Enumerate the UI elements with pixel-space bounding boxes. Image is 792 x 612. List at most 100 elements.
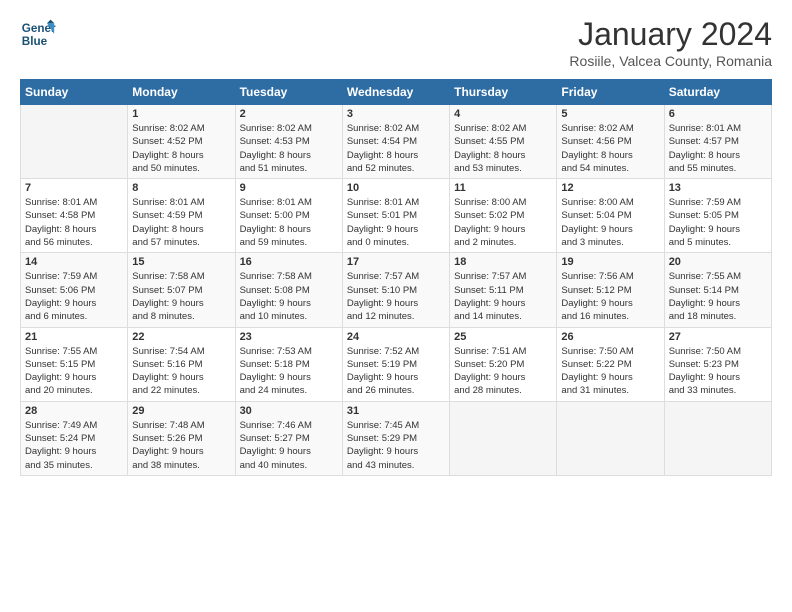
day-number: 28	[25, 405, 123, 417]
day-info: Sunrise: 8:01 AMSunset: 4:57 PMDaylight:…	[669, 122, 767, 175]
day-number: 11	[454, 182, 552, 194]
day-number: 23	[240, 331, 338, 343]
day-number: 20	[669, 256, 767, 268]
day-info: Sunrise: 7:56 AMSunset: 5:12 PMDaylight:…	[561, 270, 659, 323]
day-info: Sunrise: 8:02 AMSunset: 4:55 PMDaylight:…	[454, 122, 552, 175]
location-subtitle: Rosiile, Valcea County, Romania	[569, 53, 772, 69]
day-info: Sunrise: 7:57 AMSunset: 5:11 PMDaylight:…	[454, 270, 552, 323]
day-info: Sunrise: 8:01 AMSunset: 5:01 PMDaylight:…	[347, 196, 445, 249]
cell-week2-day5: 12Sunrise: 8:00 AMSunset: 5:04 PMDayligh…	[557, 179, 664, 253]
day-number: 14	[25, 256, 123, 268]
cell-week5-day1: 29 Sunrise: 7:48 AMSunset: 5:26 PMDayligh…	[128, 401, 235, 475]
header-row: Sunday Monday Tuesday Wednesday Thursday…	[21, 80, 772, 105]
day-number: 27	[669, 331, 767, 343]
day-info: Sunrise: 7:48 AMSunset: 5:26 PMDaylight:…	[132, 419, 230, 472]
day-number: 3	[347, 108, 445, 120]
cell-week5-day2: 30 Sunrise: 7:46 AMSunset: 5:27 PMDayligh…	[235, 401, 342, 475]
day-number: 21	[25, 331, 123, 343]
day-number: 10	[347, 182, 445, 194]
day-number: 5	[561, 108, 659, 120]
cell-week3-day5: 19 Sunrise: 7:56 AMSunset: 5:12 PMDayligh…	[557, 253, 664, 327]
month-title: January 2024	[569, 16, 772, 53]
cell-week5-day6	[664, 401, 771, 475]
svg-text:Blue: Blue	[22, 35, 48, 48]
header: General Blue January 2024 Rosiile, Valce…	[20, 16, 772, 69]
day-info: Sunrise: 7:49 AMSunset: 5:24 PMDaylight:…	[25, 419, 123, 472]
week-row-3: 14 Sunrise: 7:59 AMSunset: 5:06 PMDayligh…	[21, 253, 772, 327]
day-info: Sunrise: 7:59 AMSunset: 5:05 PMDaylight:…	[669, 196, 767, 249]
day-number: 22	[132, 331, 230, 343]
cell-week2-day0: 7 Sunrise: 8:01 AMSunset: 4:58 PMDaylight…	[21, 179, 128, 253]
day-info: Sunrise: 7:45 AMSunset: 5:29 PMDaylight:…	[347, 419, 445, 472]
cell-week1-day1: 1 Sunrise: 8:02 AMSunset: 4:52 PMDaylight…	[128, 105, 235, 179]
day-info: Sunrise: 7:55 AMSunset: 5:14 PMDaylight:…	[669, 270, 767, 323]
day-info: Sunrise: 8:02 AMSunset: 4:56 PMDaylight:…	[561, 122, 659, 175]
week-row-1: 1 Sunrise: 8:02 AMSunset: 4:52 PMDaylight…	[21, 105, 772, 179]
col-monday: Monday	[128, 80, 235, 105]
day-info: Sunrise: 7:59 AMSunset: 5:06 PMDaylight:…	[25, 270, 123, 323]
cell-week2-day1: 8 Sunrise: 8:01 AMSunset: 4:59 PMDaylight…	[128, 179, 235, 253]
day-info: Sunrise: 8:00 AMSunset: 5:02 PMDaylight:…	[454, 196, 552, 249]
cell-week4-day0: 21 Sunrise: 7:55 AMSunset: 5:15 PMDayligh…	[21, 327, 128, 401]
day-number: 4	[454, 108, 552, 120]
day-number: 18	[454, 256, 552, 268]
day-info: Sunrise: 7:50 AMSunset: 5:22 PMDaylight:…	[561, 345, 659, 398]
day-number: 17	[347, 256, 445, 268]
cell-week1-day6: 6 Sunrise: 8:01 AMSunset: 4:57 PMDaylight…	[664, 105, 771, 179]
day-number: 26	[561, 331, 659, 343]
title-section: January 2024 Rosiile, Valcea County, Rom…	[569, 16, 772, 69]
cell-week4-day5: 26 Sunrise: 7:50 AMSunset: 5:22 PMDayligh…	[557, 327, 664, 401]
day-info: Sunrise: 8:02 AMSunset: 4:53 PMDaylight:…	[240, 122, 338, 175]
cell-week4-day4: 25Sunrise: 7:51 AMSunset: 5:20 PMDayligh…	[450, 327, 557, 401]
day-number: 8	[132, 182, 230, 194]
cell-week4-day3: 24Sunrise: 7:52 AMSunset: 5:19 PMDayligh…	[342, 327, 449, 401]
calendar-table: Sunday Monday Tuesday Wednesday Thursday…	[20, 79, 772, 476]
day-info: Sunrise: 7:55 AMSunset: 5:15 PMDaylight:…	[25, 345, 123, 398]
day-info: Sunrise: 8:02 AMSunset: 4:54 PMDaylight:…	[347, 122, 445, 175]
calendar-body: 1 Sunrise: 8:02 AMSunset: 4:52 PMDaylight…	[21, 105, 772, 476]
cell-week4-day2: 23 Sunrise: 7:53 AMSunset: 5:18 PMDayligh…	[235, 327, 342, 401]
cell-week3-day0: 14 Sunrise: 7:59 AMSunset: 5:06 PMDayligh…	[21, 253, 128, 327]
day-number: 29	[132, 405, 230, 417]
day-number: 16	[240, 256, 338, 268]
calendar-page: General Blue January 2024 Rosiile, Valce…	[0, 0, 792, 612]
cell-week1-day2: 2 Sunrise: 8:02 AMSunset: 4:53 PMDaylight…	[235, 105, 342, 179]
week-row-4: 21 Sunrise: 7:55 AMSunset: 5:15 PMDayligh…	[21, 327, 772, 401]
day-info: Sunrise: 7:57 AMSunset: 5:10 PMDaylight:…	[347, 270, 445, 323]
day-number: 2	[240, 108, 338, 120]
day-info: Sunrise: 8:01 AMSunset: 5:00 PMDaylight:…	[240, 196, 338, 249]
day-number: 31	[347, 405, 445, 417]
cell-week2-day4: 11 Sunrise: 8:00 AMSunset: 5:02 PMDayligh…	[450, 179, 557, 253]
day-info: Sunrise: 7:54 AMSunset: 5:16 PMDaylight:…	[132, 345, 230, 398]
col-saturday: Saturday	[664, 80, 771, 105]
col-tuesday: Tuesday	[235, 80, 342, 105]
day-number: 30	[240, 405, 338, 417]
cell-week3-day3: 17 Sunrise: 7:57 AMSunset: 5:10 PMDayligh…	[342, 253, 449, 327]
day-info: Sunrise: 7:46 AMSunset: 5:27 PMDaylight:…	[240, 419, 338, 472]
cell-week5-day5	[557, 401, 664, 475]
cell-week2-day6: 13Sunrise: 7:59 AMSunset: 5:05 PMDayligh…	[664, 179, 771, 253]
day-number: 25	[454, 331, 552, 343]
day-number: 6	[669, 108, 767, 120]
cell-week1-day4: 4 Sunrise: 8:02 AMSunset: 4:55 PMDaylight…	[450, 105, 557, 179]
cell-week1-day0	[21, 105, 128, 179]
col-sunday: Sunday	[21, 80, 128, 105]
logo-icon: General Blue	[20, 16, 56, 52]
day-info: Sunrise: 7:53 AMSunset: 5:18 PMDaylight:…	[240, 345, 338, 398]
day-number: 1	[132, 108, 230, 120]
col-thursday: Thursday	[450, 80, 557, 105]
day-number: 7	[25, 182, 123, 194]
day-number: 9	[240, 182, 338, 194]
cell-week5-day0: 28 Sunrise: 7:49 AMSunset: 5:24 PMDayligh…	[21, 401, 128, 475]
day-info: Sunrise: 7:52 AMSunset: 5:19 PMDaylight:…	[347, 345, 445, 398]
cell-week2-day2: 9 Sunrise: 8:01 AMSunset: 5:00 PMDaylight…	[235, 179, 342, 253]
day-info: Sunrise: 8:01 AMSunset: 4:59 PMDaylight:…	[132, 196, 230, 249]
day-info: Sunrise: 8:02 AMSunset: 4:52 PMDaylight:…	[132, 122, 230, 175]
cell-week5-day4	[450, 401, 557, 475]
day-info: Sunrise: 7:58 AMSunset: 5:08 PMDaylight:…	[240, 270, 338, 323]
day-info: Sunrise: 8:01 AMSunset: 4:58 PMDaylight:…	[25, 196, 123, 249]
day-number: 19	[561, 256, 659, 268]
week-row-2: 7 Sunrise: 8:01 AMSunset: 4:58 PMDaylight…	[21, 179, 772, 253]
cell-week1-day5: 5 Sunrise: 8:02 AMSunset: 4:56 PMDaylight…	[557, 105, 664, 179]
cell-week3-day2: 16 Sunrise: 7:58 AMSunset: 5:08 PMDayligh…	[235, 253, 342, 327]
